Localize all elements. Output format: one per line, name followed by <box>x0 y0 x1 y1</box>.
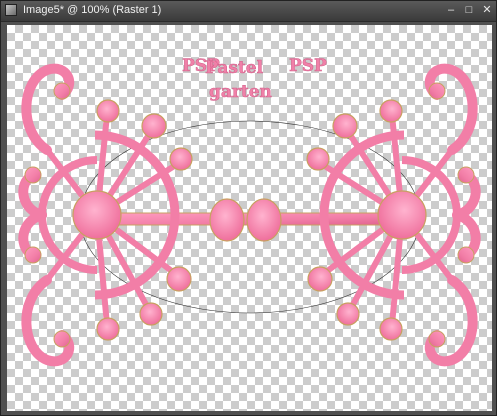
center-bead-left <box>209 198 245 242</box>
watermark-line1: Pastel <box>205 58 264 78</box>
watermark: PSP Pastel PSP garten <box>182 56 328 103</box>
watermark-monogram-right: PSP <box>289 56 327 76</box>
center-bead-right <box>246 198 282 242</box>
close-icon[interactable]: ✕ <box>480 4 494 17</box>
pink-ornament-artwork: PSP Pastel PSP garten <box>18 56 481 367</box>
maximize-icon[interactable]: □ <box>462 4 476 17</box>
image-window-icon <box>5 4 17 16</box>
image-window: Image5* @ 100% (Raster 1) – □ ✕ PSP Past… <box>0 0 497 416</box>
image-canvas[interactable]: PSP Pastel PSP garten <box>7 25 492 411</box>
window-title: Image5* @ 100% (Raster 1) <box>23 4 162 16</box>
minimize-icon[interactable]: – <box>444 4 458 17</box>
title-bar[interactable]: Image5* @ 100% (Raster 1) – □ ✕ <box>1 1 496 22</box>
center-bar <box>98 198 400 242</box>
watermark-line2: garten <box>209 82 272 102</box>
